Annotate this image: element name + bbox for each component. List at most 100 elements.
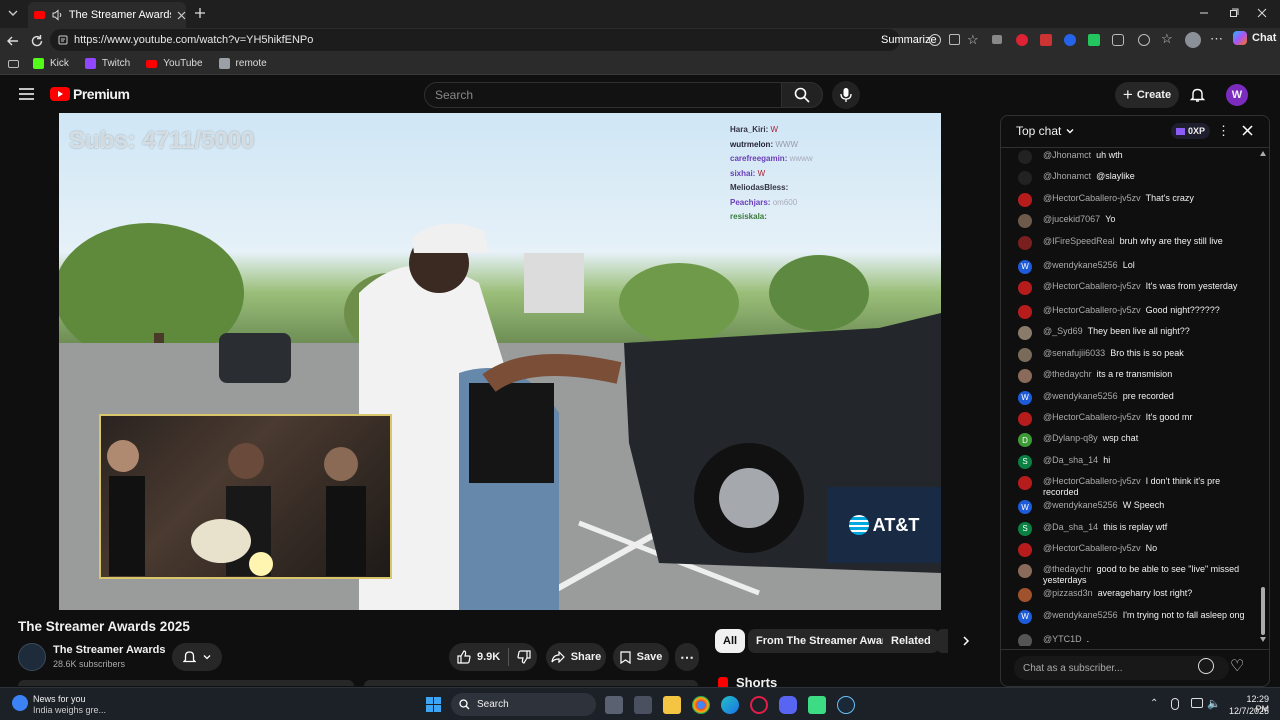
minimize-icon[interactable] xyxy=(1199,8,1209,18)
chat-author-name[interactable]: @HectorCaballero-jv5zv xyxy=(1043,281,1141,291)
chat-author-name[interactable]: @HectorCaballero-jv5zv xyxy=(1043,543,1141,553)
chat-author-name[interactable]: @YTC1D xyxy=(1043,634,1082,644)
chat-message[interactable]: W @wendykane5256 I'm trying not to fall as… xyxy=(1001,609,1259,634)
chat-author-name[interactable]: @HectorCaballero-jv5zv xyxy=(1043,412,1141,422)
chat-message[interactable]: @HectorCaballero-jv5zv It's good mr xyxy=(1001,412,1259,433)
chat-author-avatar[interactable] xyxy=(1018,476,1032,491)
youtube-premium-logo[interactable]: Premium xyxy=(50,86,130,102)
split-screen-icon[interactable] xyxy=(1138,34,1150,46)
chat-message[interactable]: @senafujii6033 Bro this is so peak xyxy=(1001,347,1259,369)
news-widget-icon[interactable] xyxy=(12,695,28,711)
sidebar-toggle-icon[interactable] xyxy=(8,59,19,68)
chat-author-avatar[interactable] xyxy=(1018,412,1032,426)
video-player[interactable]: Subs: 4711/5000 Hara_Kiri: W wutrmelon: … xyxy=(59,113,941,610)
voice-search-button[interactable] xyxy=(832,81,860,109)
chat-message[interactable]: @HectorCaballero-jv5zv I don't think it's… xyxy=(1001,476,1259,500)
chat-mode-dropdown[interactable]: Top chat xyxy=(1016,124,1075,138)
xp-badge[interactable]: 0XP xyxy=(1171,123,1211,139)
chat-author-avatar[interactable] xyxy=(1018,633,1032,646)
chat-scrollbar[interactable] xyxy=(1260,151,1266,642)
android-app-icon[interactable] xyxy=(808,696,826,714)
chrome-icon[interactable] xyxy=(692,696,710,714)
chat-message[interactable]: D @Dylanp-q8y wsp chat xyxy=(1001,433,1259,454)
read-aloud-icon[interactable] xyxy=(949,34,960,45)
favorites-icon[interactable]: ☆ xyxy=(1161,31,1173,47)
speaker-tray-icon[interactable]: 🔈 xyxy=(1207,697,1221,710)
news-widget-title[interactable]: News for you xyxy=(33,694,86,704)
more-menu-icon[interactable]: ⋯ xyxy=(1210,31,1223,47)
bookmark-youtube[interactable]: YouTube xyxy=(146,58,203,69)
edge-icon[interactable] xyxy=(721,696,739,714)
chat-author-avatar[interactable] xyxy=(1018,150,1032,164)
chat-author-avatar[interactable] xyxy=(1018,214,1032,229)
close-window-icon[interactable] xyxy=(1257,8,1267,18)
opera-icon[interactable] xyxy=(750,696,768,714)
audio-icon[interactable] xyxy=(51,9,63,21)
copilot-chat-button[interactable]: Chat xyxy=(1233,31,1276,45)
comments-box[interactable] xyxy=(364,680,698,686)
chat-author-avatar[interactable] xyxy=(1018,281,1032,295)
chat-author-avatar[interactable] xyxy=(1018,235,1032,250)
reload-icon[interactable] xyxy=(30,34,44,48)
chat-author-name[interactable]: @HectorCaballero-jv5zv xyxy=(1043,193,1141,203)
like-button[interactable]: 9.9K xyxy=(457,650,500,664)
chat-author-avatar[interactable] xyxy=(1018,347,1032,362)
chat-message[interactable]: @thedaychr its a re transmision xyxy=(1001,369,1259,390)
bookmark-remote[interactable]: remote xyxy=(218,58,267,69)
close-chat-icon[interactable] xyxy=(1242,125,1253,136)
chat-author-name[interactable]: @thedaychr xyxy=(1043,564,1092,574)
chat-author-name[interactable]: @wendykane5256 xyxy=(1043,500,1118,510)
summarize-icon[interactable] xyxy=(929,34,941,46)
chat-author-avatar[interactable] xyxy=(1018,543,1032,557)
extension-wallet-icon[interactable] xyxy=(992,35,1002,44)
chat-message[interactable]: @HectorCaballero-jv5zv It's was from yest… xyxy=(1001,281,1259,305)
chat-author-avatar[interactable] xyxy=(1018,326,1032,341)
notifications-bell-icon[interactable] xyxy=(1190,87,1205,103)
chat-author-avatar[interactable] xyxy=(1018,369,1032,384)
chat-message[interactable]: @thedaychr good to be able to see "live" … xyxy=(1001,564,1259,588)
chat-author-name[interactable]: @thedaychr xyxy=(1043,369,1092,379)
chat-author-name[interactable]: @Da_sha_14 xyxy=(1043,455,1098,465)
windows-start-icon[interactable] xyxy=(426,697,441,712)
chat-author-avatar[interactable] xyxy=(1018,171,1032,186)
extension-shield-icon[interactable] xyxy=(1016,34,1028,46)
site-info-icon[interactable] xyxy=(58,35,68,45)
chat-author-avatar[interactable]: D xyxy=(1018,433,1032,448)
chat-message[interactable]: @Jhonamct uh wth xyxy=(1001,150,1259,171)
chat-message[interactable]: S @Da_sha_14 hi xyxy=(1001,454,1259,476)
chat-author-name[interactable]: @senafujii6033 xyxy=(1043,348,1105,358)
chat-message[interactable]: S @Da_sha_14 this is replay wtf xyxy=(1001,521,1259,543)
chat-message[interactable]: @YTC1D. xyxy=(1001,633,1259,646)
browser-tab[interactable]: The Streamer Awards 2025 - Y xyxy=(28,2,186,28)
chat-message[interactable]: @jucekid7067 Yo xyxy=(1001,214,1259,235)
task-view-icon[interactable] xyxy=(605,696,623,714)
chat-author-name[interactable]: @_Syd69 xyxy=(1043,326,1083,336)
chat-menu-icon[interactable]: ⋮ xyxy=(1217,123,1230,139)
chat-author-name[interactable]: @Jhonamct xyxy=(1043,171,1091,181)
extension-green-icon[interactable] xyxy=(1088,34,1100,46)
restore-icon[interactable] xyxy=(1229,8,1239,18)
chat-input[interactable]: Chat as a subscriber... xyxy=(1014,656,1229,680)
discord-icon[interactable] xyxy=(779,696,797,714)
chat-author-name[interactable]: @wendykane5256 xyxy=(1043,610,1118,620)
create-button[interactable]: + Create xyxy=(1115,82,1179,108)
chat-author-avatar[interactable] xyxy=(1018,564,1032,579)
notification-bell-button[interactable] xyxy=(172,643,222,671)
chat-author-avatar[interactable]: S xyxy=(1018,454,1032,469)
extensions-puzzle-icon[interactable] xyxy=(1112,34,1124,46)
scroll-up-arrow-icon[interactable] xyxy=(1260,151,1266,156)
microphone-tray-icon[interactable] xyxy=(1171,698,1179,710)
emoji-icon[interactable] xyxy=(1198,658,1214,674)
more-actions-button[interactable]: ⋯ xyxy=(675,643,699,671)
steam-icon[interactable] xyxy=(837,696,855,714)
save-button[interactable]: Save xyxy=(613,643,669,671)
chat-author-name[interactable]: @jucekid7067 xyxy=(1043,214,1100,224)
chat-message[interactable]: W @wendykane5256 Lol xyxy=(1001,259,1259,281)
news-widget-subtitle[interactable]: India weighs gre... xyxy=(33,705,106,715)
url-field[interactable]: https://www.youtube.com/watch?v=YH5hikfE… xyxy=(50,29,937,51)
chat-author-avatar[interactable]: W xyxy=(1018,609,1032,624)
description-box[interactable] xyxy=(18,680,354,686)
bookmark-kick[interactable]: Kick xyxy=(33,58,69,69)
taskbar-search[interactable]: Search xyxy=(451,693,596,716)
share-button[interactable]: Share xyxy=(546,643,606,671)
